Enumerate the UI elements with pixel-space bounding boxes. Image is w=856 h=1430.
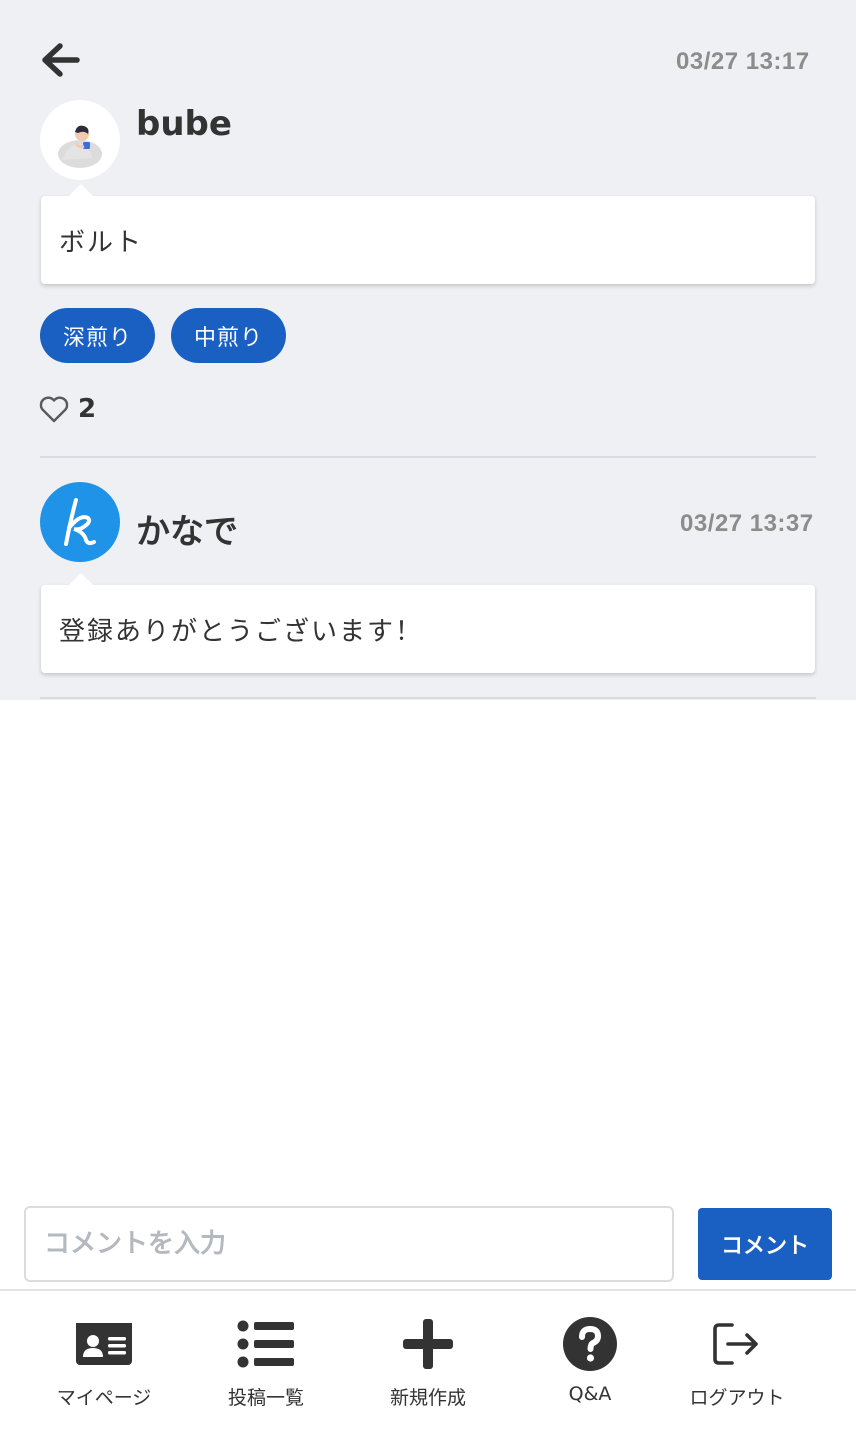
post-body: ボルト	[41, 184, 815, 284]
nav-label: 投稿一覧	[227, 1387, 304, 1409]
bottom-nav: マイページ 投稿一覧 新規作成 Q&A ログアウト	[0, 1289, 856, 1430]
comment-author-name[interactable]: かなで	[136, 504, 238, 553]
user-illustration-icon	[58, 125, 102, 168]
arrow-left-icon	[42, 43, 80, 77]
plus-icon	[403, 1319, 453, 1369]
question-circle-icon	[563, 1317, 617, 1371]
like-count: 2	[78, 394, 97, 424]
post-author-name[interactable]: bube	[136, 104, 232, 144]
thread-area: 03/27 13:17 bube ボルト 深煎り 中煎り 2 かなで 03/27…	[0, 0, 856, 700]
nav-item-qa[interactable]: Q&A	[515, 1315, 665, 1405]
letter-k-logo-icon	[64, 498, 96, 546]
tag-list: 深煎り 中煎り	[40, 308, 287, 363]
divider	[40, 697, 816, 699]
comment-input[interactable]	[24, 1206, 674, 1282]
nav-label: Q&A	[568, 1383, 612, 1405]
nav-item-logout[interactable]: ログアウト	[662, 1315, 812, 1410]
id-card-icon	[76, 1323, 132, 1365]
tag-chip[interactable]: 中煎り	[171, 308, 287, 363]
heart-icon	[39, 396, 69, 423]
list-icon	[237, 1320, 294, 1368]
tag-chip[interactable]: 深煎り	[40, 308, 156, 363]
nav-label: ログアウト	[689, 1387, 785, 1409]
like-button[interactable]: 2	[38, 394, 96, 424]
nav-label: 新規作成	[389, 1387, 466, 1409]
nav-item-create[interactable]: 新規作成	[353, 1315, 503, 1410]
post-timestamp: 03/27 13:17	[676, 48, 810, 75]
comment-body: 登録ありがとうございます！	[41, 573, 815, 673]
divider	[40, 456, 816, 458]
comment-submit-button[interactable]: コメント	[698, 1208, 832, 1280]
post-author-avatar[interactable]	[40, 100, 120, 180]
logout-icon	[713, 1323, 758, 1365]
comment-timestamp: 03/27 13:37	[680, 510, 814, 537]
back-button[interactable]	[38, 40, 82, 80]
comment-author-avatar[interactable]	[40, 482, 120, 562]
nav-item-mypage[interactable]: マイページ	[29, 1315, 179, 1410]
nav-item-posts[interactable]: 投稿一覧	[191, 1315, 341, 1410]
nav-label: マイページ	[56, 1387, 152, 1409]
